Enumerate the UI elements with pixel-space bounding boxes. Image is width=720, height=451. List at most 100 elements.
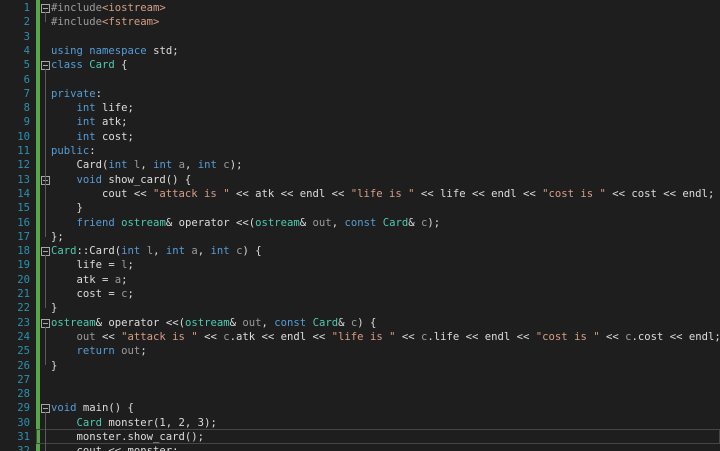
line-number: 2 bbox=[23, 16, 30, 29]
code-line[interactable]: cout << "attack is " << atk << endl << "… bbox=[40, 187, 720, 201]
code-line[interactable]: Card monster(1, 2, 3); bbox=[40, 416, 720, 430]
code-token: "life is " bbox=[331, 330, 396, 343]
line-number: 31 bbox=[17, 431, 30, 443]
code-token: , bbox=[261, 316, 275, 329]
code-token: ); bbox=[427, 216, 441, 229]
code-line[interactable]: } bbox=[40, 301, 720, 315]
code-line[interactable]: cout << monster; bbox=[40, 444, 720, 451]
code-line[interactable]: public: bbox=[40, 144, 720, 158]
code-line[interactable]: out << "attack is " << c.atk << endl << … bbox=[40, 330, 720, 344]
code-line[interactable]: } bbox=[40, 201, 720, 215]
code-line[interactable]: return out; bbox=[40, 344, 720, 358]
code-line[interactable]: }; bbox=[40, 230, 720, 244]
code-token: & bbox=[229, 316, 243, 329]
code-token: #include bbox=[51, 16, 103, 29]
code-token: "attack is " bbox=[153, 187, 230, 200]
code-line[interactable]: int life; bbox=[40, 101, 720, 115]
code-text: } bbox=[77, 201, 83, 215]
code-line[interactable]: } bbox=[40, 359, 720, 373]
code-line[interactable]: Card(int l, int a, int c); bbox=[40, 158, 720, 172]
code-line[interactable] bbox=[40, 387, 720, 401]
line-number: 11 bbox=[17, 145, 30, 157]
code-token: { bbox=[114, 59, 128, 72]
code-token: int bbox=[76, 102, 96, 115]
fold-guide bbox=[45, 12, 46, 23]
code-token: , bbox=[197, 245, 211, 258]
line-number: 21 bbox=[17, 288, 30, 300]
line-number: 5 bbox=[23, 59, 30, 72]
line-number: 9 bbox=[23, 116, 30, 129]
code-text: using namespace std; bbox=[51, 44, 179, 58]
code-token: } bbox=[76, 202, 83, 215]
code-text: int atk; bbox=[77, 115, 128, 129]
code-token: #include bbox=[51, 2, 103, 14]
code-token: "attack is " bbox=[121, 330, 198, 343]
code-token: int bbox=[197, 159, 217, 172]
code-line[interactable]: int atk; bbox=[40, 115, 720, 129]
code-line[interactable]: private: bbox=[40, 87, 720, 101]
code-line[interactable]: #include<fstream> bbox=[40, 15, 720, 29]
code-token: Card bbox=[76, 416, 103, 429]
code-line[interactable]: atk = a; bbox=[40, 273, 720, 287]
line-number: 7 bbox=[23, 87, 30, 100]
code-token: main() { bbox=[76, 402, 134, 415]
code-token: return bbox=[76, 345, 115, 358]
code-token: ; bbox=[140, 345, 147, 358]
code-token: int bbox=[165, 245, 185, 258]
code-line[interactable] bbox=[40, 373, 720, 387]
code-line[interactable] bbox=[40, 73, 720, 87]
code-token: private bbox=[51, 87, 96, 100]
code-token: int bbox=[76, 116, 96, 129]
code-token: } bbox=[51, 359, 58, 372]
code-text: monster.show_card(); bbox=[77, 430, 205, 444]
code-text: int life; bbox=[77, 101, 134, 115]
code-token: ; bbox=[121, 273, 128, 286]
code-token: int bbox=[121, 245, 141, 258]
line-number: 16 bbox=[17, 216, 30, 229]
code-token: int bbox=[153, 159, 173, 172]
fold-guide bbox=[45, 326, 46, 366]
code-line[interactable]: friend ostream& operator <<(ostream& out… bbox=[40, 216, 720, 230]
code-token: void bbox=[51, 402, 77, 415]
code-text: out << "attack is " << c.atk << endl << … bbox=[77, 330, 720, 344]
code-editor[interactable]: #include<iostream> #include<fstream> using… bbox=[0, 0, 720, 451]
code-line[interactable] bbox=[40, 30, 720, 44]
code-line[interactable]: #include<iostream> bbox=[40, 1, 720, 15]
code-line[interactable]: life = l; bbox=[40, 258, 720, 272]
code-area[interactable]: #include<iostream> #include<fstream> using… bbox=[40, 0, 720, 451]
code-token: int bbox=[210, 245, 230, 258]
code-text: #include<fstream> bbox=[51, 15, 159, 29]
code-line[interactable]: using namespace std; bbox=[40, 44, 720, 58]
code-token: Card bbox=[382, 216, 409, 229]
code-token: & bbox=[408, 216, 422, 229]
code-line[interactable]: Card::Card(int l, int a, int c) { bbox=[40, 244, 720, 258]
line-number: 15 bbox=[17, 202, 30, 215]
line-number: 12 bbox=[17, 159, 30, 172]
code-text: #include<iostream> bbox=[51, 1, 166, 15]
code-token: << bbox=[197, 330, 224, 343]
line-number: 32 bbox=[0, 444, 30, 451]
code-token: ostream bbox=[121, 216, 166, 229]
code-text: public: bbox=[51, 144, 96, 158]
code-line[interactable]: int cost; bbox=[40, 130, 720, 144]
code-line[interactable]: ostream& operator <<(ostream& out, const… bbox=[40, 316, 720, 330]
code-line[interactable]: cost = c; bbox=[40, 287, 720, 301]
code-line[interactable]: void show_card() { bbox=[40, 173, 720, 187]
code-token: cout << monster; bbox=[77, 445, 179, 451]
code-token: std; bbox=[146, 44, 179, 57]
code-token: ::Card( bbox=[76, 245, 122, 258]
code-token: & bbox=[299, 216, 313, 229]
code-line[interactable]: monster.show_card(); bbox=[40, 430, 720, 444]
code-text: Card::Card(int l, int a, int c) { bbox=[51, 244, 262, 258]
code-token: life = bbox=[76, 259, 122, 272]
code-text: void main() { bbox=[51, 401, 134, 415]
line-number: 22 bbox=[17, 302, 30, 315]
line-number: 10 bbox=[17, 130, 30, 143]
code-line[interactable]: void main() { bbox=[40, 401, 720, 415]
code-token: << atk << endl << bbox=[229, 187, 351, 200]
code-token: }; bbox=[51, 230, 64, 243]
line-number: 8 bbox=[23, 102, 30, 115]
line-number: 30 bbox=[17, 416, 30, 429]
code-token: int bbox=[108, 159, 128, 172]
code-line[interactable]: class Card { bbox=[40, 58, 720, 72]
